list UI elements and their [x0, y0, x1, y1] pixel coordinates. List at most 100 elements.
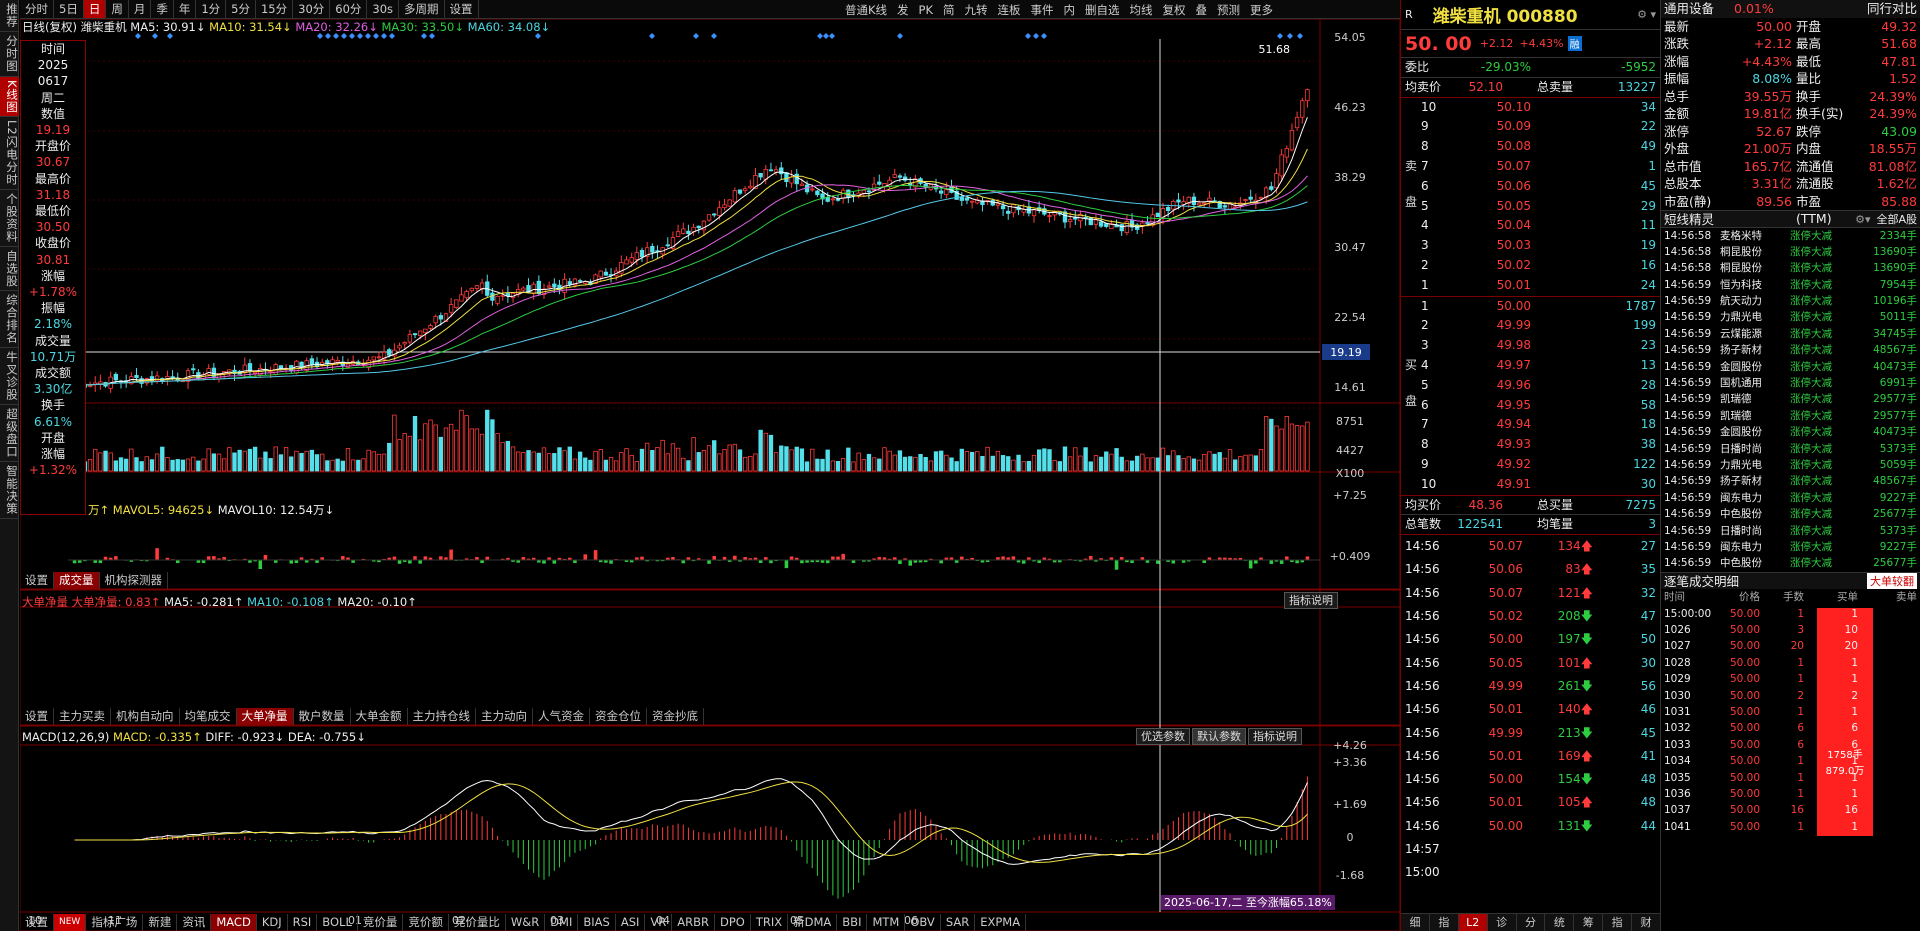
indicator-tab[interactable]: 新建 [143, 914, 178, 931]
left-nav-item[interactable]: 智能决策 [0, 462, 19, 520]
left-nav-item[interactable]: 综合排名 [0, 291, 19, 349]
book-row[interactable]: 9 50.09 22 [1401, 117, 1660, 137]
indicator-tab[interactable]: TRIX [751, 914, 789, 931]
quote-bottom-tab[interactable]: 分 [1517, 914, 1546, 931]
period-tab[interactable]: 日 [83, 0, 107, 18]
indicator-tab[interactable]: DMI [545, 914, 579, 931]
period-tab[interactable]: 月 [129, 0, 152, 18]
indicator-tab[interactable]: 竞价额 [403, 914, 449, 931]
feed-row[interactable]: 14:56:59 恒为科技 涨停大减 7954手 [1661, 277, 1920, 293]
period-tab[interactable]: 分时 [20, 0, 54, 18]
indicator-tab[interactable]: 大单金额 [351, 708, 408, 725]
period-tab[interactable]: 15分 [256, 0, 294, 18]
chart-option-button[interactable]: 普通K线 [840, 1, 892, 19]
indicator-tab[interactable]: VR [645, 914, 673, 931]
feed-row[interactable]: 14:56:59 日播时尚 涨停大减 5373手 [1661, 441, 1920, 457]
feed-row[interactable]: 14:56:59 闽东电力 涨停大减 9227手 [1661, 539, 1920, 555]
quote-bottom-tab[interactable]: 统 [1545, 914, 1575, 931]
left-nav-item[interactable]: K线图 [0, 76, 19, 118]
indicator-tab[interactable]: 均笔成交 [180, 708, 237, 725]
period-tab[interactable]: 30分 [293, 0, 331, 18]
book-row[interactable]: 7 49.94 18 [1401, 415, 1660, 435]
indicator-tab[interactable]: MTM [867, 914, 906, 931]
indicator-tab[interactable]: 主力买卖 [54, 708, 111, 725]
default-params-button[interactable]: 默认参数 [1192, 728, 1246, 745]
left-nav-item[interactable]: 个股资料 [0, 190, 19, 247]
indicator-tab[interactable]: 指标广场 [86, 914, 144, 931]
indicator-tab[interactable]: EXPMA [975, 914, 1027, 931]
book-row[interactable]: 2 50.02 16 [1401, 256, 1660, 276]
kline-chart-area[interactable]: 54.05 46.23 38.29 30.47 22.54 14.61 19.19 51.68… [20, 19, 1400, 931]
macd-help-button[interactable]: 指标说明 [1248, 728, 1302, 745]
feed-scope-select[interactable]: 全部A股 [1876, 211, 1917, 227]
indicator-tab[interactable]: 设置 [20, 708, 54, 725]
indicator-tab[interactable]: 竞价量 [358, 914, 404, 931]
chart-option-button[interactable]: 内 [1059, 1, 1081, 19]
quote-bottom-tab[interactable]: 指 [1430, 914, 1459, 931]
settings-icon[interactable]: ⚙ ▾ [1637, 8, 1656, 21]
feed-row[interactable]: 14:56:59 力鼎光电 涨停大减 5059手 [1661, 457, 1920, 473]
feed-row[interactable]: 14:56:59 金圆股份 涨停大减 40473手 [1661, 424, 1920, 440]
feed-row[interactable]: 14:56:59 中色股份 涨停大减 25677手 [1661, 506, 1920, 522]
chart-option-button[interactable]: 发 [892, 1, 914, 19]
indicator-tab[interactable]: KDJ [257, 914, 288, 931]
indicator-tab[interactable]: RSI [288, 914, 318, 931]
book-row[interactable]: 10 50.10 34 [1401, 98, 1660, 118]
period-tab[interactable]: 5日 [54, 0, 84, 18]
indicator-tab[interactable]: OBV [905, 914, 941, 931]
indicator-tab[interactable]: 机构探测器 [100, 572, 168, 589]
book-row[interactable]: 5 49.96 28 [1401, 376, 1660, 396]
quote-bottom-tab[interactable]: 细 [1401, 914, 1430, 931]
period-tab[interactable]: 季 [151, 0, 174, 18]
period-tab[interactable]: 5分 [226, 0, 256, 18]
left-nav-item[interactable]: 分时图 [0, 32, 19, 77]
quote-bottom-tab[interactable]: 财 [1632, 914, 1662, 931]
feed-row[interactable]: 14:56:59 中色股份 涨停大减 25677手 [1661, 555, 1920, 571]
quote-bottom-tab[interactable]: 筹 [1574, 914, 1604, 931]
indicator-tab[interactable]: 资金抄底 [647, 708, 704, 725]
chart-option-button[interactable]: 均线 [1125, 1, 1158, 19]
indicator-tab[interactable]: 新DMA [788, 914, 838, 931]
period-tab[interactable]: 多周期 [399, 0, 445, 18]
chart-option-button[interactable]: 叠 [1191, 1, 1213, 19]
feed-row[interactable]: 14:56:59 闽东电力 涨停大减 9227手 [1661, 490, 1920, 506]
optimal-params-button[interactable]: 优选参数 [1136, 728, 1190, 745]
feed-row[interactable]: 14:56:58 麦格米特 涨停大减 2334手 [1661, 228, 1920, 244]
book-row[interactable]: 6 49.95 58 [1401, 396, 1660, 416]
feed-row[interactable]: 14:56:58 桐昆股份 涨停大减 13690手 [1661, 244, 1920, 260]
indicator-tab[interactable]: BOLL [317, 914, 358, 931]
big-order-toggle-button[interactable]: 大单较翻 [1867, 572, 1917, 590]
indicator-tab[interactable]: 大单净量 [236, 708, 294, 725]
indicator-tab[interactable]: 资讯 [177, 914, 212, 931]
chart-option-button[interactable]: 更多 [1245, 1, 1278, 19]
indicator-tab[interactable]: 设置 [20, 572, 54, 589]
feed-row[interactable]: 14:56:59 云煤能源 涨停大减 34745手 [1661, 326, 1920, 342]
feed-row[interactable]: 14:56:59 航天动力 涨停大减 10196手 [1661, 293, 1920, 309]
flow-indicator-help-button[interactable]: 指标说明 [1284, 592, 1338, 609]
feed-row[interactable]: 14:56:59 扬子新材 涨停大减 48567手 [1661, 342, 1920, 358]
feed-row[interactable]: 14:56:59 凯瑞德 涨停大减 29577手 [1661, 391, 1920, 407]
indicator-tab[interactable]: ASI [616, 914, 646, 931]
indicator-tab[interactable]: ARBR [672, 914, 715, 931]
period-tab[interactable]: 1分 [196, 0, 227, 18]
indicator-tab[interactable]: W&R [506, 914, 546, 931]
chart-option-button[interactable]: 复权 [1158, 1, 1191, 19]
indicator-tab[interactable]: BIAS [578, 914, 616, 931]
indicator-tab[interactable]: MACD [211, 914, 257, 931]
quote-bottom-tab[interactable]: L2 [1458, 914, 1488, 931]
feed-row[interactable]: 14:56:59 扬子新材 涨停大减 48567手 [1661, 473, 1920, 489]
book-row[interactable]: 10 49.91 30 [1401, 475, 1660, 495]
indicator-tab[interactable]: 成交量 [54, 572, 100, 589]
chart-option-button[interactable]: 删自选 [1080, 1, 1125, 19]
chart-option-button[interactable]: 事件 [1026, 1, 1059, 19]
period-tab[interactable]: 周 [106, 0, 129, 18]
book-row[interactable]: 3 49.98 23 [1401, 336, 1660, 356]
feed-row[interactable]: 14:56:59 凯瑞德 涨停大减 29577手 [1661, 408, 1920, 424]
indicator-tab[interactable]: 设置 [20, 914, 54, 931]
feed-row[interactable]: 14:56:58 桐昆股份 涨停大减 13690手 [1661, 260, 1920, 276]
left-nav-item[interactable]: 推荐 [0, 0, 19, 32]
book-row[interactable]: 1 50.00 1787 [1401, 297, 1660, 317]
book-row[interactable]: 3 50.03 19 [1401, 236, 1660, 256]
book-row[interactable]: 4 49.97 13 [1401, 356, 1660, 376]
indicator-tab[interactable]: SAR [941, 914, 976, 931]
